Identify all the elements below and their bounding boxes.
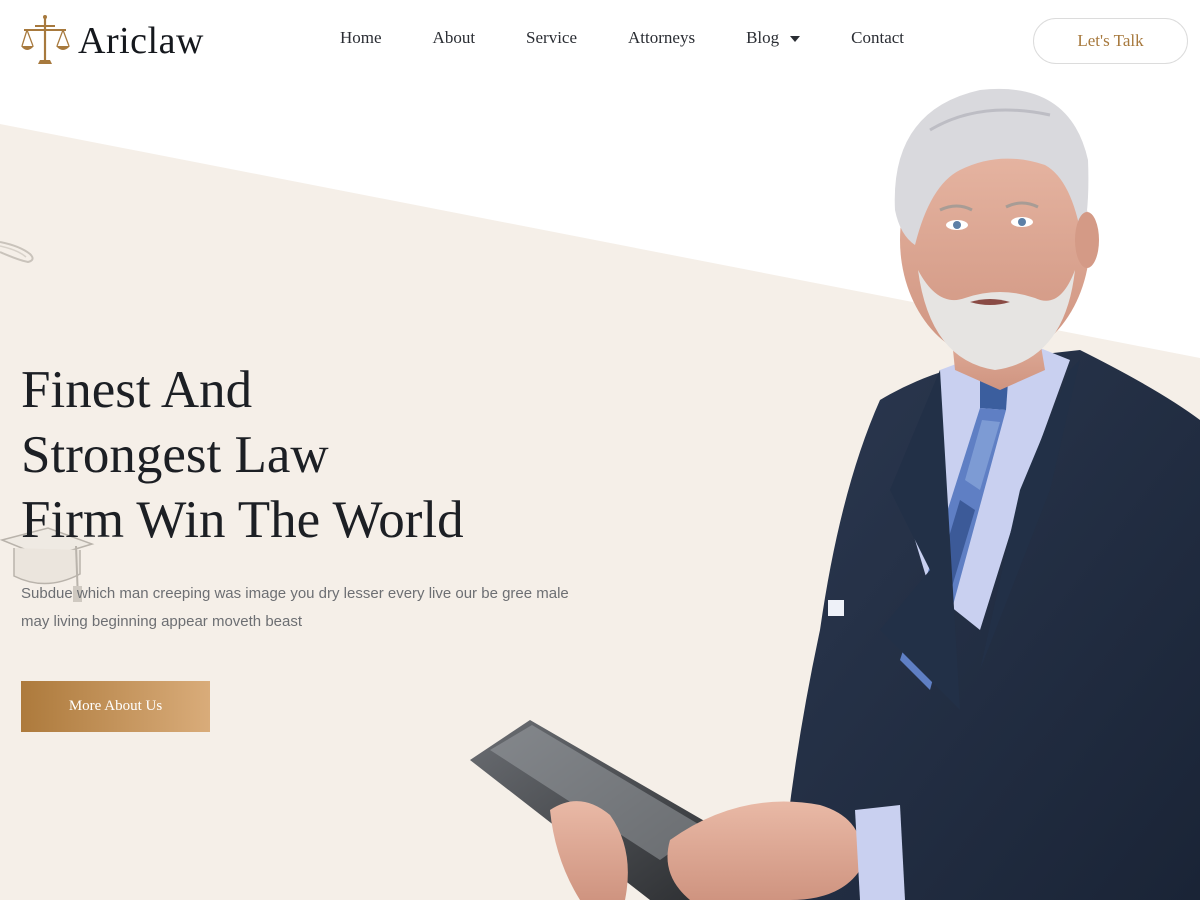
nav-item-about[interactable]: About — [433, 28, 476, 48]
more-about-us-button[interactable]: More About Us — [21, 681, 210, 732]
hero-title-line: Finest And — [21, 361, 253, 419]
site-header: Ariclaw Home About Service Attorneys Blo… — [0, 0, 1200, 82]
hero-title-line: Firm Win The World — [21, 491, 464, 549]
hero-subtitle: Subdue which man creeping was image you … — [21, 580, 591, 636]
nav-item-blog[interactable]: Blog — [746, 28, 801, 48]
hero-title-line: Strongest Law — [21, 426, 329, 484]
nav-item-contact[interactable]: Contact — [851, 28, 904, 48]
main-navigation: Home About Service Attorneys Blog Contac… — [340, 28, 904, 48]
lets-talk-button[interactable]: Let's Talk — [1033, 18, 1188, 64]
nav-item-label: Attorneys — [628, 28, 696, 47]
scales-of-justice-icon — [21, 15, 70, 64]
hero-subtitle-line: Subdue which man creeping was image you … — [21, 585, 569, 602]
brand-logo[interactable]: Ariclaw — [20, 14, 204, 68]
nav-item-label: About — [432, 28, 476, 47]
nav-item-label: Blog — [746, 28, 780, 47]
nav-item-attorneys[interactable]: Attorneys — [628, 28, 695, 48]
nav-item-service[interactable]: Service — [526, 28, 577, 48]
nav-item-home[interactable]: Home — [340, 28, 382, 48]
nav-item-label: Home — [340, 28, 382, 47]
nav-item-label: Contact — [851, 28, 905, 47]
hero-subtitle-line: may living beginning appear moveth beast — [21, 613, 303, 630]
hero-title: Finest And Strongest Law Firm Win The Wo… — [21, 358, 581, 553]
brand-name: Ariclaw — [78, 20, 204, 62]
caret-down-icon — [790, 35, 801, 42]
pen-sketch-icon — [0, 241, 34, 264]
nav-item-label: Service — [526, 28, 578, 47]
